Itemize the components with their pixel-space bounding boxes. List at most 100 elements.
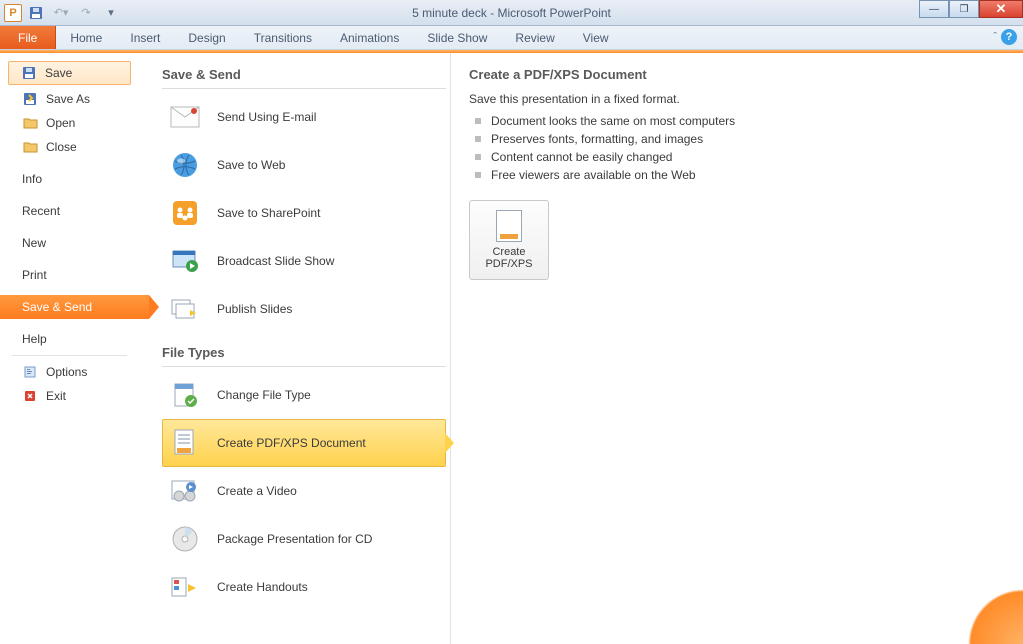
item-package-cd[interactable]: Package Presentation for CD (162, 515, 446, 563)
item-create-pdf-xps[interactable]: Create PDF/XPS Document (162, 419, 446, 467)
nav-label: Help (22, 332, 47, 346)
pdf-document-icon (496, 210, 522, 242)
redo-icon[interactable]: ↷ (75, 3, 97, 23)
handouts-icon (169, 571, 201, 603)
detail-bullets: Document looks the same on most computer… (469, 112, 1003, 184)
nav-label: Print (22, 268, 47, 282)
item-label: Create PDF/XPS Document (217, 436, 366, 450)
nav-label: Recent (22, 204, 60, 218)
nav-label: Info (22, 172, 42, 186)
nav-label: Save (45, 66, 72, 80)
button-label-line1: Create (485, 246, 532, 258)
ribbon-minimize-icon[interactable]: ˆ (993, 31, 997, 43)
item-save-web[interactable]: Save to Web (162, 141, 446, 189)
item-label: Save to SharePoint (217, 206, 320, 220)
nav-info[interactable]: Info (0, 167, 139, 191)
help-icon[interactable]: ? (1001, 29, 1017, 45)
globe-icon (169, 149, 201, 181)
tab-file[interactable]: File (0, 26, 56, 49)
item-label: Create Handouts (217, 580, 308, 594)
cd-icon (169, 523, 201, 555)
nav-recent[interactable]: Recent (0, 199, 139, 223)
nav-save-send[interactable]: Save & Send (0, 295, 149, 319)
options-icon (22, 364, 38, 380)
item-label: Change File Type (217, 388, 311, 402)
tab-view[interactable]: View (569, 26, 623, 49)
item-change-file-type[interactable]: Change File Type (162, 371, 446, 419)
nav-open[interactable]: Open (0, 111, 139, 135)
quick-access-toolbar: P ↶▾ ↷ ▾ (0, 3, 122, 23)
nav-close[interactable]: Close (0, 135, 139, 159)
button-label-line2: PDF/XPS (485, 258, 532, 270)
minimize-button[interactable]: — (919, 0, 949, 18)
item-publish-slides[interactable]: Publish Slides (162, 285, 446, 333)
title-bar: P ↶▾ ↷ ▾ 5 minute deck - Microsoft Power… (0, 0, 1023, 26)
nav-print[interactable]: Print (0, 263, 139, 287)
close-button[interactable]: ✕ (979, 0, 1023, 18)
detail-panel: Create a PDF/XPS Document Save this pres… (450, 53, 1023, 644)
app-icon[interactable]: P (4, 4, 22, 22)
nav-save-as[interactable]: Save As (0, 87, 139, 111)
nav-options[interactable]: Options (0, 360, 139, 384)
nav-label: New (22, 236, 46, 250)
ribbon-tabs: File Home Insert Design Transitions Anim… (0, 26, 1023, 50)
backstage-view: Save Save As Open Close Info Recent New … (0, 53, 1023, 644)
video-icon (169, 475, 201, 507)
backstage-nav: Save Save As Open Close Info Recent New … (0, 53, 140, 644)
file-types-heading: File Types (162, 345, 446, 360)
item-label: Package Presentation for CD (217, 532, 372, 546)
sharepoint-icon (169, 197, 201, 229)
item-label: Broadcast Slide Show (217, 254, 334, 268)
nav-label: Save & Send (22, 300, 92, 314)
broadcast-icon (169, 245, 201, 277)
bullet-item: Document looks the same on most computer… (469, 112, 1003, 130)
item-label: Publish Slides (217, 302, 292, 316)
save-send-panel: Save & Send Send Using E-mail Save to We… (140, 53, 450, 644)
save-as-icon (22, 91, 38, 107)
change-file-type-icon (169, 379, 201, 411)
bullet-item: Free viewers are available on the Web (469, 166, 1003, 184)
bullet-item: Content cannot be easily changed (469, 148, 1003, 166)
create-pdf-xps-button[interactable]: Create PDF/XPS (469, 200, 549, 280)
tab-insert[interactable]: Insert (116, 26, 174, 49)
tab-slide-show[interactable]: Slide Show (413, 26, 501, 49)
divider (162, 366, 446, 367)
qat-customize-icon[interactable]: ▾ (100, 3, 122, 23)
nav-help[interactable]: Help (0, 327, 139, 351)
pdf-document-icon (169, 427, 201, 459)
nav-exit[interactable]: Exit (0, 384, 139, 408)
save-send-heading: Save & Send (162, 67, 446, 82)
publish-slides-icon (169, 293, 201, 325)
save-icon (21, 65, 37, 81)
tab-review[interactable]: Review (501, 26, 568, 49)
nav-new[interactable]: New (0, 231, 139, 255)
item-label: Send Using E-mail (217, 110, 316, 124)
detail-heading: Create a PDF/XPS Document (469, 67, 1003, 82)
item-save-sharepoint[interactable]: Save to SharePoint (162, 189, 446, 237)
item-send-email[interactable]: Send Using E-mail (162, 93, 446, 141)
nav-save[interactable]: Save (8, 61, 131, 85)
tab-design[interactable]: Design (174, 26, 239, 49)
tab-transitions[interactable]: Transitions (240, 26, 326, 49)
nav-label: Open (46, 116, 75, 130)
save-icon[interactable] (25, 3, 47, 23)
window-title: 5 minute deck - Microsoft PowerPoint (0, 6, 1023, 20)
item-create-handouts[interactable]: Create Handouts (162, 563, 446, 611)
detail-intro: Save this presentation in a fixed format… (469, 92, 1003, 106)
exit-icon (22, 388, 38, 404)
bullet-item: Preserves fonts, formatting, and images (469, 130, 1003, 148)
folder-close-icon (22, 139, 38, 155)
envelope-icon (169, 101, 201, 133)
nav-label: Close (46, 140, 77, 154)
maximize-button[interactable]: ❐ (949, 0, 979, 18)
undo-icon[interactable]: ↶▾ (50, 3, 72, 23)
divider (162, 88, 446, 89)
item-broadcast[interactable]: Broadcast Slide Show (162, 237, 446, 285)
item-create-video[interactable]: Create a Video (162, 467, 446, 515)
item-label: Save to Web (217, 158, 285, 172)
item-label: Create a Video (217, 484, 297, 498)
nav-label: Options (46, 365, 87, 379)
folder-open-icon (22, 115, 38, 131)
tab-animations[interactable]: Animations (326, 26, 413, 49)
tab-home[interactable]: Home (56, 26, 116, 49)
